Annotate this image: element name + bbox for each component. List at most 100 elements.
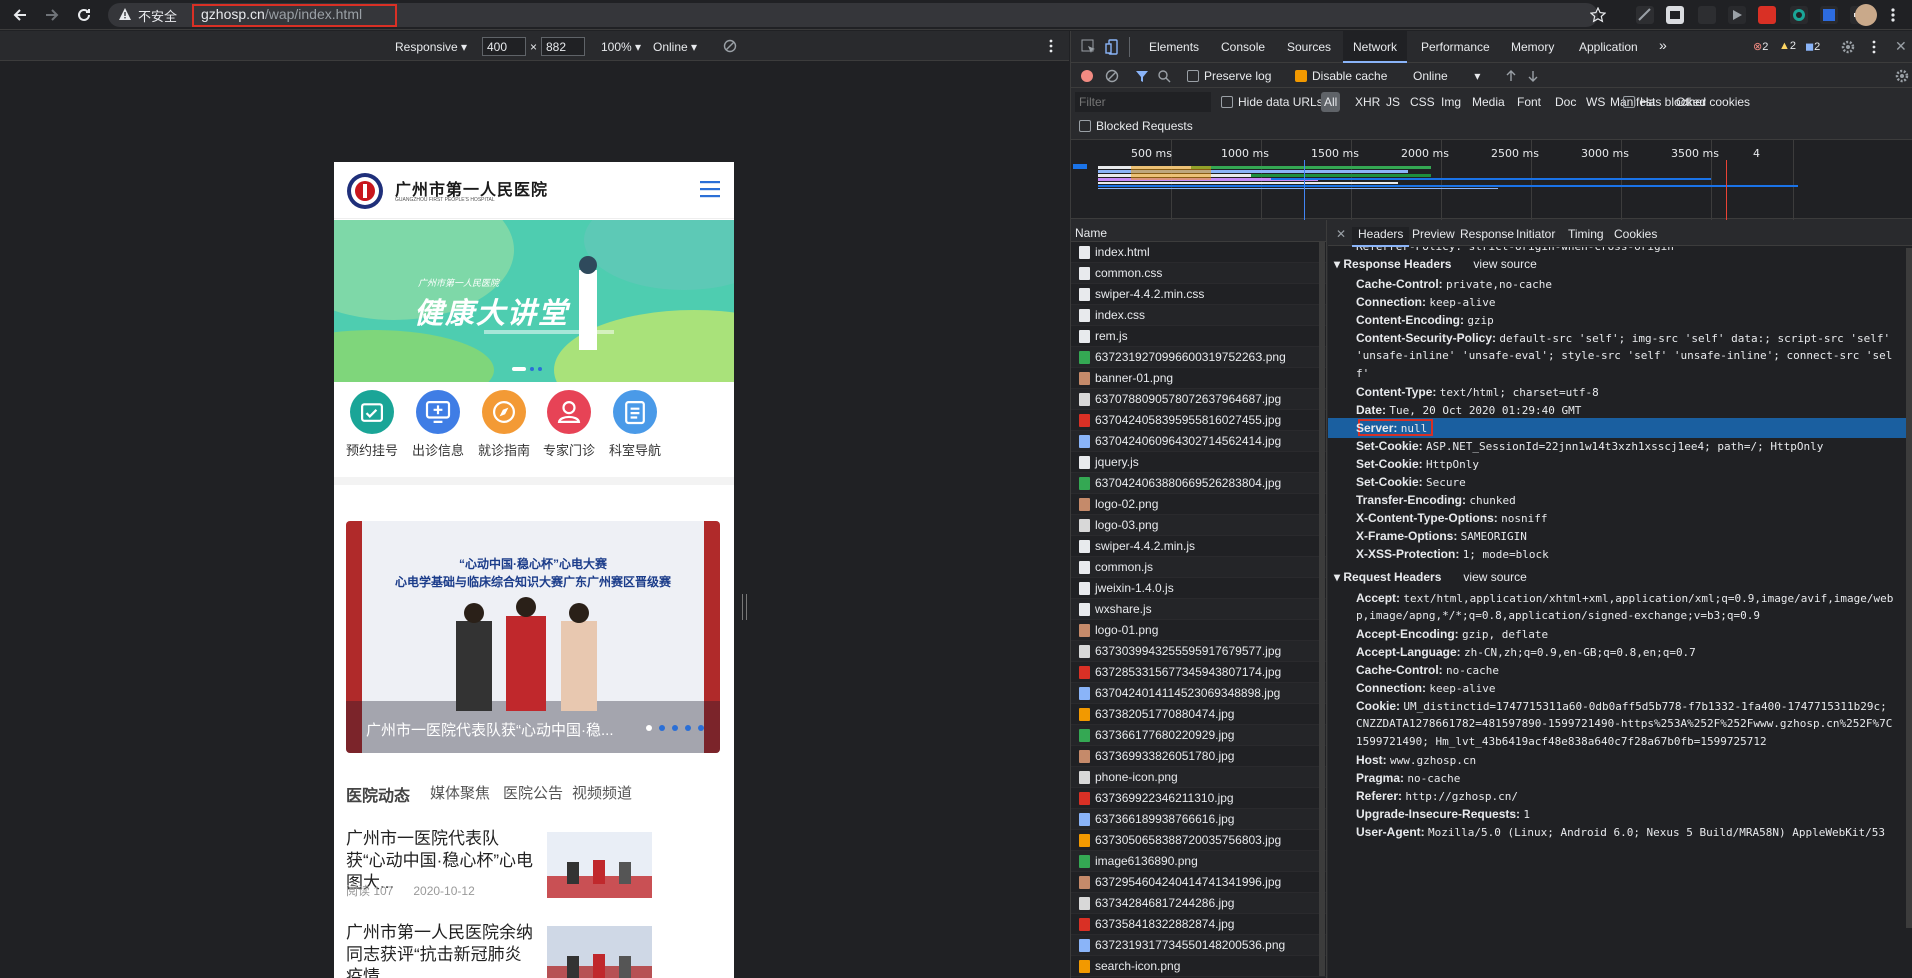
filter-type-ws[interactable]: WS xyxy=(1583,92,1608,112)
has-blocked-cookies-checkbox[interactable]: Has blocked cookies xyxy=(1623,95,1750,109)
request-row[interactable]: 637366177680220929.jpg xyxy=(1071,725,1326,746)
header-line[interactable]: Set-Cookie: ASP.NET_SessionId=22jnn1w14t… xyxy=(1356,437,1905,456)
header-line[interactable]: User-Agent: Mozilla/5.0 (Linux; Android … xyxy=(1356,823,1905,842)
header-line[interactable]: Content-Type: text/html; charset=utf-8 xyxy=(1356,383,1905,402)
warning-count[interactable]: ▲2 xyxy=(1779,40,1796,52)
tab-sources[interactable]: Sources xyxy=(1287,40,1331,54)
avatar[interactable] xyxy=(1855,4,1877,26)
carousel-dots[interactable] xyxy=(646,725,706,731)
detail-tab-preview[interactable]: Preview xyxy=(1412,227,1455,241)
header-line[interactable]: Upgrade-Insecure-Requests: 1 xyxy=(1356,805,1905,824)
header-line[interactable]: Cache-Control: private,no-cache xyxy=(1356,275,1905,294)
header-line[interactable]: Content-Security-Policy: default-src 'se… xyxy=(1356,329,1905,348)
filter-type-doc[interactable]: Doc xyxy=(1552,92,1579,112)
extension-icon[interactable] xyxy=(1728,6,1746,24)
tab-network[interactable]: Network xyxy=(1343,31,1408,63)
view-source-link[interactable]: view source xyxy=(1473,257,1536,271)
hide-data-urls-checkbox[interactable]: Hide data URLs xyxy=(1221,95,1323,109)
request-row[interactable]: 637382051770880474.jpg xyxy=(1071,704,1326,725)
request-row[interactable]: wxshare.js xyxy=(1071,599,1326,620)
tab-memory[interactable]: Memory xyxy=(1511,40,1554,54)
network-overview[interactable]: 500 ms 1000 ms 1500 ms 2000 ms 2500 ms 3000 m… xyxy=(1071,139,1912,220)
news-tab-3[interactable]: 医院公告 xyxy=(503,782,563,803)
back-icon[interactable] xyxy=(10,5,30,25)
header-line[interactable]: X-Content-Type-Options: nosniff xyxy=(1356,509,1905,528)
filter-input[interactable] xyxy=(1075,92,1211,112)
detail-tab-timing[interactable]: Timing xyxy=(1568,227,1604,241)
request-row[interactable]: 637078809057807263796468​7.jpg xyxy=(1071,389,1326,410)
header-line[interactable]: Content-Encoding: gzip xyxy=(1356,311,1905,330)
request-row[interactable]: 637369922346211310.jpg xyxy=(1071,788,1326,809)
header-line[interactable]: Set-Cookie: Secure xyxy=(1356,473,1905,492)
news-tab-4[interactable]: 视频频道 xyxy=(572,782,632,803)
quick-link-5[interactable]: 科室导航 xyxy=(605,390,665,470)
request-row[interactable]: 637295460424041474134199​6.jpg xyxy=(1071,872,1326,893)
viewport-resize-handle[interactable] xyxy=(742,594,747,620)
news-tab-2[interactable]: 媒体聚焦 xyxy=(430,782,490,803)
request-row[interactable]: logo-02.png xyxy=(1071,494,1326,515)
filter-type-xhr[interactable]: XHR xyxy=(1352,92,1383,112)
detail-tab-response[interactable]: Response xyxy=(1460,227,1514,241)
hero-banner[interactable]: 广州市第一人民医院 健康大讲堂 xyxy=(334,220,734,382)
request-row[interactable]: jquery.js xyxy=(1071,452,1326,473)
settings-gear-icon[interactable] xyxy=(1841,40,1855,54)
more-vert-icon[interactable] xyxy=(1890,7,1896,23)
extension-icon[interactable] xyxy=(1790,6,1808,24)
security-label[interactable]: 不安全 xyxy=(138,6,177,25)
export-har-icon[interactable] xyxy=(1527,69,1539,83)
filter-type-all[interactable]: All xyxy=(1321,92,1341,112)
close-icon[interactable]: ✕ xyxy=(1895,39,1907,55)
header-line[interactable]: Accept-Encoding: gzip, deflate xyxy=(1356,625,1905,644)
tab-application[interactable]: Application xyxy=(1579,40,1638,54)
tab-elements[interactable]: Elements xyxy=(1149,40,1199,54)
more-vert-icon[interactable] xyxy=(1048,39,1054,53)
device-toggle-icon[interactable] xyxy=(1105,39,1121,55)
request-row[interactable]: 637042401411452306934889​8.jpg xyxy=(1071,683,1326,704)
request-row[interactable]: rem.js xyxy=(1071,326,1326,347)
tab-console[interactable]: Console xyxy=(1221,40,1265,54)
filter-type-font[interactable]: Font xyxy=(1514,92,1544,112)
detail-tab-headers[interactable]: Headers xyxy=(1352,227,1410,247)
header-line[interactable]: Cookie: UM_distinctid=1747715311a60-0db0… xyxy=(1356,697,1905,716)
request-row[interactable]: 637231931773455014820053​6.png xyxy=(1071,935,1326,956)
filter-type-img[interactable]: Img xyxy=(1438,92,1464,112)
bookmark-star-icon[interactable] xyxy=(1590,7,1606,23)
request-row[interactable]: index.html xyxy=(1071,242,1326,263)
inspect-icon[interactable] xyxy=(1081,39,1097,55)
header-line[interactable]: Connection: keep-alive xyxy=(1356,293,1905,312)
tab-performance[interactable]: Performance xyxy=(1421,40,1490,54)
viewport-height-input[interactable] xyxy=(541,37,585,56)
zoom-select[interactable]: 100% ▾ xyxy=(601,40,641,54)
response-headers-section[interactable]: ▾ Response Headers view source xyxy=(1334,257,1537,271)
viewport-width-input[interactable] xyxy=(482,37,526,56)
news-item[interactable]: 广州市第一人民医院余纳同志获评“抗击新冠肺炎疫情...阅读 982020-09-… xyxy=(346,922,722,978)
request-row[interactable]: 637285331567734594380717​4.jpg xyxy=(1071,662,1326,683)
close-icon[interactable]: ✕ xyxy=(1336,227,1346,241)
hospital-logo-icon[interactable] xyxy=(347,173,383,209)
filter-type-js[interactable]: JS xyxy=(1383,92,1403,112)
quick-link-1[interactable]: 预约挂号 xyxy=(342,390,402,470)
rotate-icon[interactable] xyxy=(723,39,737,53)
detail-scrollbar[interactable] xyxy=(1906,248,1912,928)
extension-icon[interactable] xyxy=(1636,6,1654,24)
request-row[interactable]: banner-01.png xyxy=(1071,368,1326,389)
request-row[interactable]: index.css xyxy=(1071,305,1326,326)
header-line[interactable]: Cache-Control: no-cache xyxy=(1356,661,1905,680)
request-row[interactable]: 637366189938766616.jpg xyxy=(1071,809,1326,830)
request-row[interactable]: 637303994325559591767957​7.jpg xyxy=(1071,641,1326,662)
request-row[interactable]: 637305065838872003575680​3.jpg xyxy=(1071,830,1326,851)
request-row[interactable]: 637231927099660031975226З.png xyxy=(1071,347,1326,368)
name-column-header[interactable]: Name xyxy=(1071,220,1326,242)
network-settings-icon[interactable] xyxy=(1895,69,1909,83)
forward-icon[interactable] xyxy=(42,5,62,25)
request-row[interactable]: 637342846817244286.jpg xyxy=(1071,893,1326,914)
detail-tab-cookies[interactable]: Cookies xyxy=(1614,227,1657,241)
news-item[interactable]: 广州市一医院代表队获“心动中国·稳心杯”心电图大... 阅读 107 2020-10… xyxy=(346,828,722,910)
device-mode-select[interactable]: Responsive ▾ xyxy=(395,40,467,54)
extension-icon[interactable] xyxy=(1820,6,1838,24)
blocked-requests-checkbox[interactable]: Blocked Requests xyxy=(1079,119,1193,133)
extension-icon[interactable] xyxy=(1698,6,1716,24)
request-row[interactable]: phone-icon.png xyxy=(1071,767,1326,788)
request-row[interactable]: 637042406388066952628380​4.jpg xyxy=(1071,473,1326,494)
header-line[interactable]: Server: null xyxy=(1356,419,1905,438)
